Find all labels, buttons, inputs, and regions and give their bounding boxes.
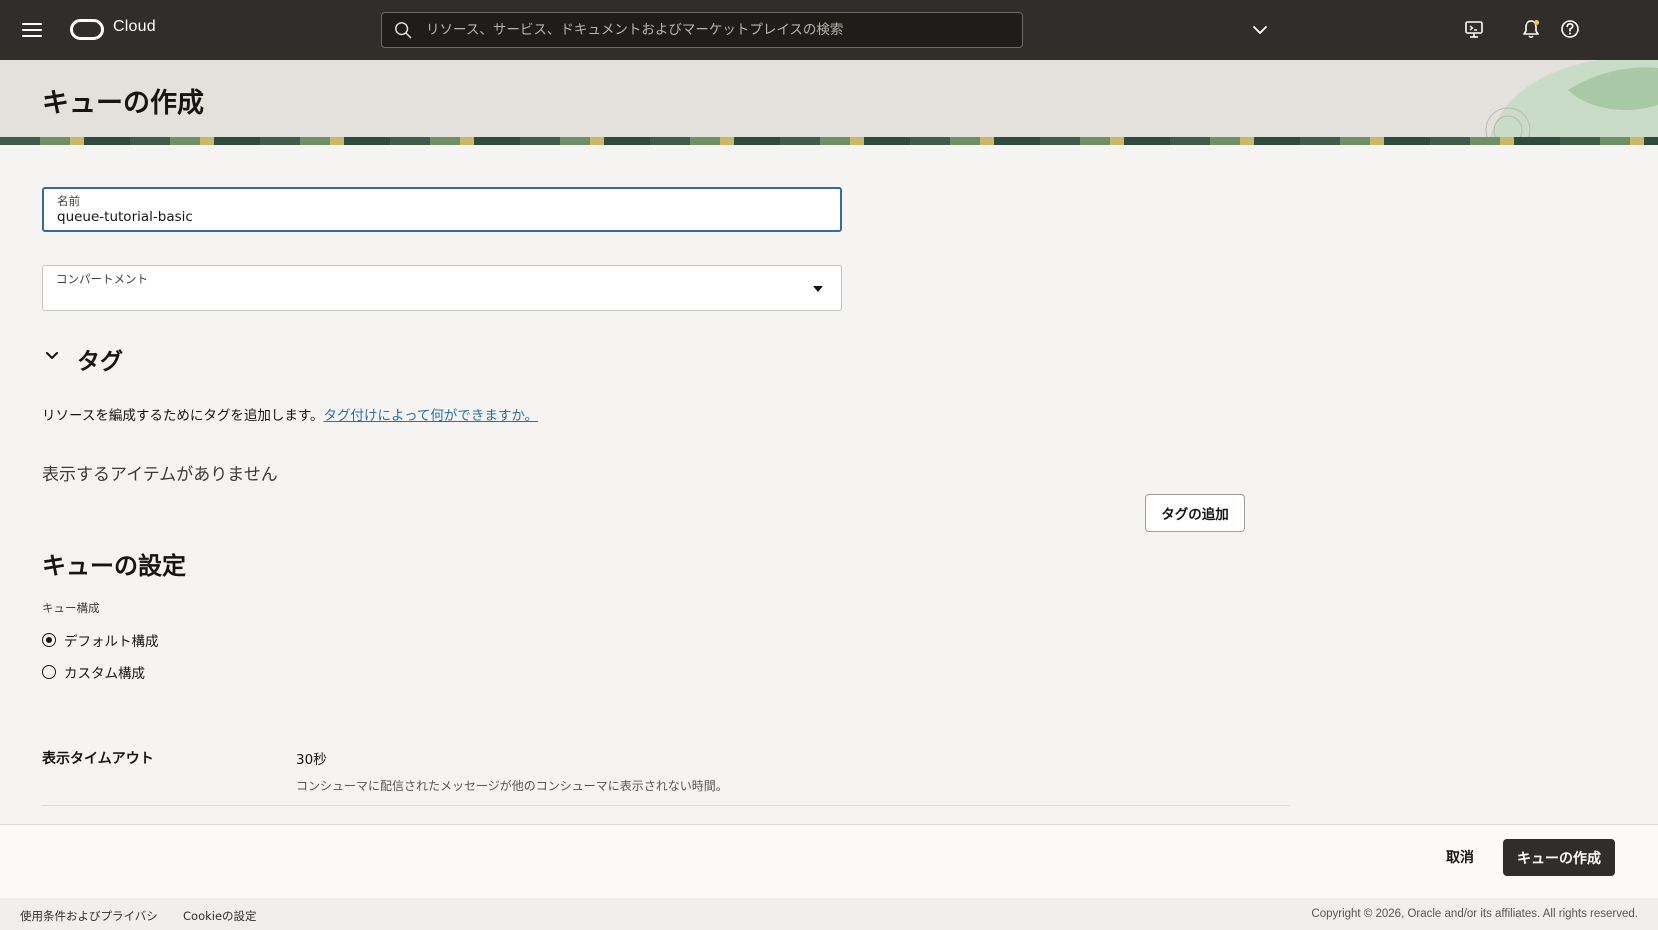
queue-settings-title: キューの設定 — [42, 552, 186, 580]
tags-description-text: リソースを編成するためにタグを追加します。 — [42, 408, 324, 424]
brand-name[interactable]: Cloud — [113, 18, 156, 36]
action-bar — [0, 824, 1658, 898]
visibility-timeout-help: コンシューマに配信されたメッセージが他のコンシューマに表示されない時間。 — [296, 779, 728, 793]
queue-config-label: キュー構成 — [42, 601, 100, 615]
oracle-logo-icon[interactable] — [70, 19, 104, 40]
radio-button-unchecked[interactable] — [42, 665, 56, 679]
compartment-select[interactable]: コンパートメント — [42, 265, 842, 311]
tags-empty-message: 表示するアイテムがありません — [42, 465, 278, 485]
radio-custom-config[interactable]: カスタム構成 — [42, 662, 145, 682]
radio-default-config-label: デフォルト構成 — [64, 634, 159, 650]
header-decoration-icon — [1485, 60, 1658, 144]
copyright-text: Copyright © 2026, Oracle and/or its affi… — [1311, 908, 1638, 920]
radio-button-checked[interactable] — [42, 633, 56, 647]
name-input[interactable] — [57, 209, 817, 225]
search-icon — [395, 22, 412, 39]
visibility-timeout-value: 30秒 — [296, 752, 327, 768]
name-field-label: 名前 — [57, 194, 80, 208]
chevron-down-icon[interactable] — [1250, 20, 1270, 40]
search-input[interactable] — [426, 13, 1016, 47]
name-field[interactable]: 名前 — [42, 187, 842, 232]
chevron-down-icon[interactable] — [42, 345, 62, 365]
page-title: キューの作成 — [42, 88, 204, 119]
tags-section-title[interactable]: タグ — [77, 342, 123, 376]
search-box[interactable] — [381, 12, 1023, 48]
create-queue-button[interactable]: キューの作成 — [1503, 839, 1615, 876]
caret-down-icon[interactable] — [813, 286, 823, 292]
page-header — [0, 60, 1658, 144]
terms-privacy-link[interactable]: 使用条件およびプライバシ — [20, 908, 158, 924]
tags-help-link[interactable]: タグ付けによって何ができますか。 — [323, 408, 538, 424]
cancel-button[interactable]: 取消 — [1430, 839, 1490, 875]
cookie-settings-link[interactable]: Cookieの設定 — [183, 908, 257, 924]
radio-default-config[interactable]: デフォルト構成 — [42, 630, 159, 650]
compartment-field-label: コンパートメント — [56, 272, 148, 286]
divider — [42, 805, 1290, 806]
hamburger-menu-icon[interactable] — [22, 19, 42, 41]
help-icon[interactable] — [1559, 18, 1581, 40]
tags-description: リソースを編成するためにタグを追加します。タグ付けによって何ができますか。 — [42, 404, 538, 424]
bell-icon[interactable] — [1520, 18, 1542, 40]
header-pattern-strip — [0, 137, 1658, 145]
visibility-timeout-label: 表示タイムアウト — [42, 751, 154, 767]
cloud-shell-icon[interactable] — [1463, 18, 1485, 40]
radio-custom-config-label: カスタム構成 — [64, 666, 145, 682]
add-tag-button[interactable]: タグの追加 — [1145, 494, 1245, 532]
